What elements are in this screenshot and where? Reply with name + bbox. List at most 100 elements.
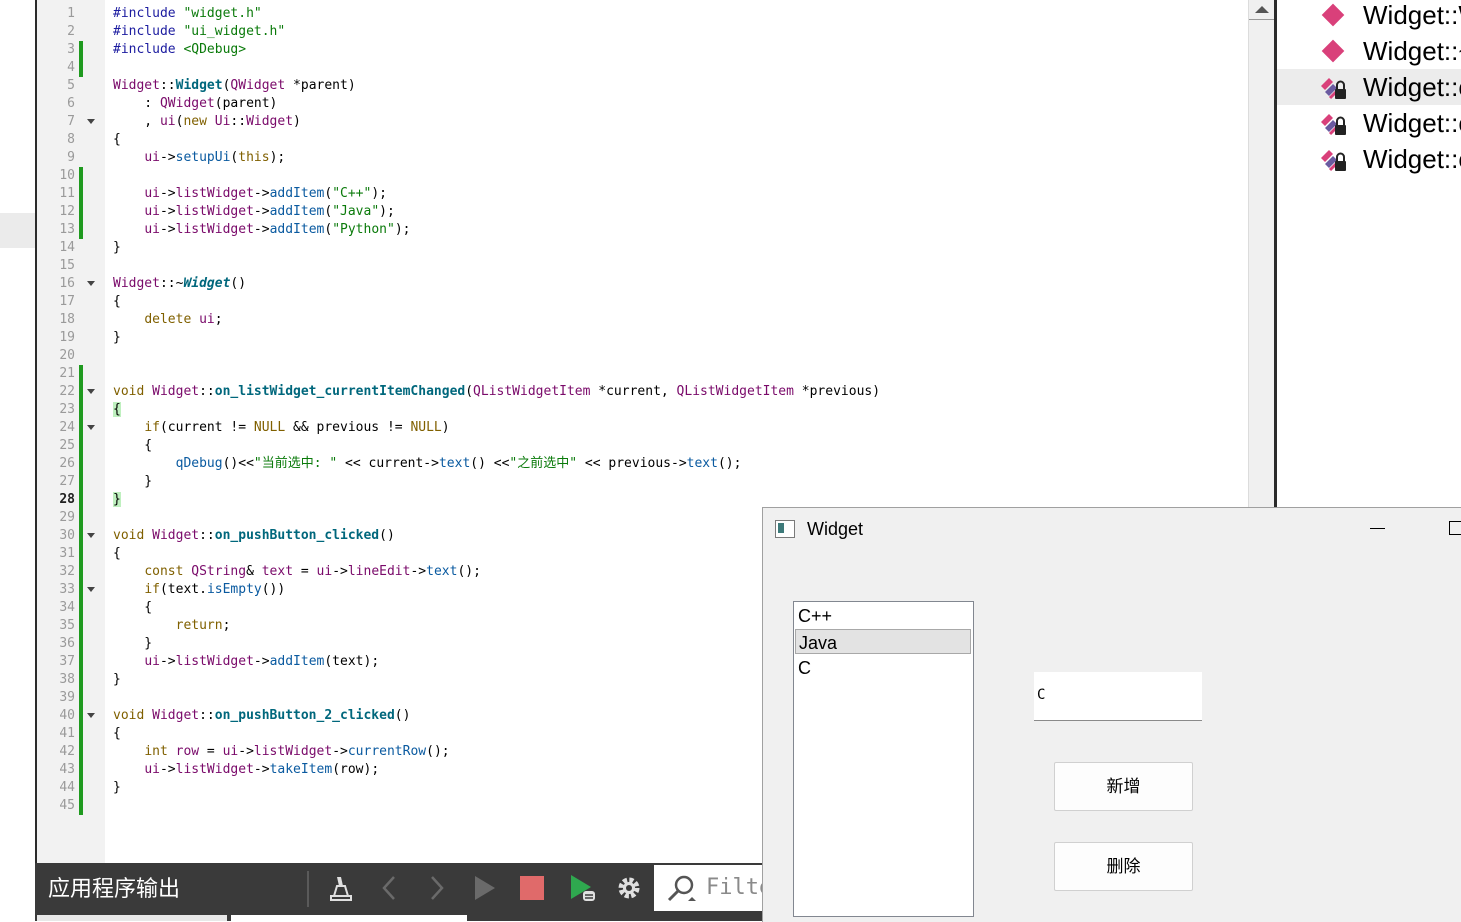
minimize-icon[interactable]	[1370, 528, 1385, 529]
outline-item-label: Widget::o	[1363, 144, 1461, 174]
fold-arrow-icon[interactable]	[87, 425, 95, 430]
code-line[interactable]: 10	[37, 167, 1248, 185]
line-number: 31	[59, 546, 75, 561]
code-line[interactable]: 15	[37, 257, 1248, 275]
scroll-up-arrow-icon[interactable]	[1255, 6, 1269, 13]
maximize-icon[interactable]	[1449, 521, 1461, 535]
output-tabs	[35, 913, 763, 921]
change-marker	[79, 401, 83, 419]
code-line[interactable]: 12 ui->listWidget->addItem("Java");	[37, 203, 1248, 221]
code-text: void Widget::on_pushButton_2_clicked()	[113, 708, 411, 723]
change-marker	[79, 545, 83, 563]
outline-item-label: Widget::o	[1363, 108, 1461, 138]
next-item-icon[interactable]	[421, 873, 451, 903]
code-line[interactable]: 17 {	[37, 293, 1248, 311]
line-edit-input[interactable]	[1034, 672, 1203, 718]
filter-input[interactable]: Filter	[654, 865, 785, 911]
add-button[interactable]: 新增	[1054, 762, 1193, 811]
change-marker	[79, 455, 83, 473]
code-line[interactable]: 16 Widget::~Widget()	[37, 275, 1248, 293]
application-output-bar: 应用程序输出 Filter	[35, 863, 785, 913]
code-line[interactable]: 24 if(current != NULL && previous != NUL…	[37, 419, 1248, 437]
code-text: }	[113, 330, 121, 345]
code-line[interactable]: 2 #include "ui_widget.h"	[37, 23, 1248, 41]
line-number: 9	[67, 150, 75, 165]
stop-icon[interactable]	[517, 873, 547, 903]
delete-button[interactable]: 删除	[1054, 842, 1193, 891]
change-marker	[79, 743, 83, 761]
outline-item[interactable]: Widget::o	[1277, 69, 1461, 105]
line-number: 15	[59, 258, 75, 273]
code-line[interactable]: 18 delete ui;	[37, 311, 1248, 329]
code-line[interactable]: 14}	[37, 239, 1248, 257]
list-item[interactable]: C	[795, 655, 971, 680]
code-text: {	[113, 402, 121, 417]
line-number: 2	[67, 24, 75, 39]
change-marker	[79, 203, 83, 221]
line-number: 6	[67, 96, 75, 111]
fold-arrow-icon[interactable]	[87, 389, 95, 394]
line-number: 12	[59, 204, 75, 219]
code-line[interactable]: 25 {	[37, 437, 1248, 455]
code-text: }	[113, 636, 153, 651]
clear-output-icon[interactable]	[325, 873, 355, 903]
code-line[interactable]: 8{	[37, 131, 1248, 149]
code-line[interactable]: 3 #include <QDebug>	[37, 41, 1248, 59]
fold-arrow-icon[interactable]	[87, 119, 95, 124]
code-text: : QWidget(parent)	[113, 96, 278, 111]
settings-gear-icon[interactable]	[614, 873, 644, 903]
editor-vertical-scrollbar[interactable]	[1248, 0, 1275, 508]
code-line[interactable]: 22 void Widget::on_listWidget_currentItem…	[37, 383, 1248, 401]
code-line[interactable]: 4	[37, 59, 1248, 77]
outline-item-label: Widget::~	[1363, 36, 1461, 66]
output-tab-1[interactable]	[37, 915, 227, 921]
line-number: 38	[59, 672, 75, 687]
code-line[interactable]: 26 qDebug()<<"当前选中: " << current->text()…	[37, 455, 1248, 473]
window-title-bar[interactable]: Widget	[763, 508, 1461, 550]
change-marker	[79, 167, 83, 185]
line-number: 40	[59, 708, 75, 723]
line-edit[interactable]	[1034, 672, 1203, 721]
change-marker	[79, 797, 83, 815]
code-line[interactable]: 13 ui->listWidget->addItem("Python");	[37, 221, 1248, 239]
code-line[interactable]: 1 #include "widget.h"	[37, 5, 1248, 23]
line-number: 11	[59, 186, 75, 201]
list-widget[interactable]: C++ Java C	[793, 601, 974, 917]
rerun-icon[interactable]	[469, 873, 499, 903]
code-line[interactable]: 23 {	[37, 401, 1248, 419]
code-line[interactable]: 7 , ui(new Ui::Widget)	[37, 113, 1248, 131]
code-line[interactable]: 20	[37, 347, 1248, 365]
fold-arrow-icon[interactable]	[87, 533, 95, 538]
outline-item[interactable]: Widget::W	[1277, 0, 1461, 33]
fold-arrow-icon[interactable]	[87, 281, 95, 286]
output-tab-2[interactable]	[231, 915, 467, 921]
outline-item[interactable]: Widget::o	[1277, 105, 1461, 141]
fold-arrow-icon[interactable]	[87, 713, 95, 718]
public-method-icon	[1319, 38, 1349, 66]
code-line[interactable]: 27 }	[37, 473, 1248, 491]
scroll-track-divider	[1249, 19, 1275, 20]
widget-app-window: Widget C++JavaC 新增 删除	[762, 507, 1461, 922]
fold-arrow-icon[interactable]	[87, 587, 95, 592]
code-line[interactable]: 6 : QWidget(parent)	[37, 95, 1248, 113]
code-text: if(text.isEmpty())	[144, 582, 286, 597]
code-line[interactable]: 5 Widget::Widget(QWidget *parent)	[37, 77, 1248, 95]
line-number: 8	[67, 132, 75, 147]
line-number: 1	[67, 6, 75, 21]
code-line[interactable]: 9 ui->setupUi(this);	[37, 149, 1248, 167]
code-line[interactable]: 21	[37, 365, 1248, 383]
code-text: ui->listWidget->addItem("Python");	[144, 222, 411, 237]
code-line[interactable]: 19}	[37, 329, 1248, 347]
outline-item-label: Widget::o	[1363, 72, 1461, 102]
outline-item[interactable]: Widget::o	[1277, 141, 1461, 177]
code-text: delete ui;	[144, 312, 223, 327]
list-item[interactable]: Java	[795, 629, 971, 654]
outline-item[interactable]: Widget::~	[1277, 33, 1461, 69]
debug-run-icon[interactable]	[567, 873, 597, 903]
previous-item-icon[interactable]	[375, 873, 405, 903]
change-marker	[79, 599, 83, 617]
list-item[interactable]: C++	[795, 603, 971, 628]
line-number: 20	[59, 348, 75, 363]
code-text: {	[113, 726, 121, 741]
code-line[interactable]: 11 ui->listWidget->addItem("C++");	[37, 185, 1248, 203]
